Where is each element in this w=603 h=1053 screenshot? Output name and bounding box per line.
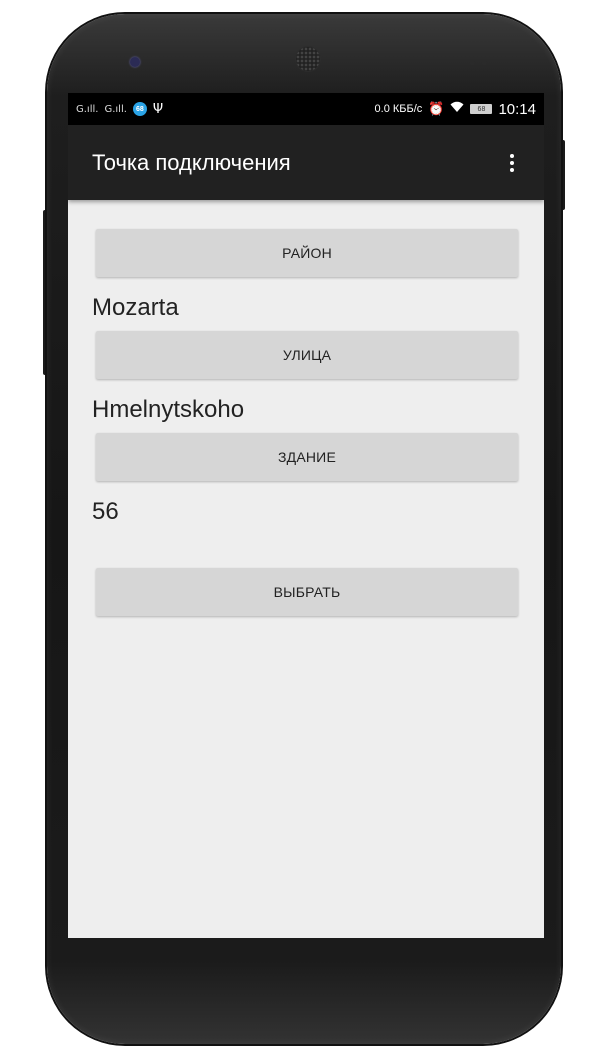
select-button[interactable]: ВЫБРАТЬ bbox=[96, 568, 518, 616]
notification-badge-icon: 68 bbox=[132, 102, 147, 116]
status-bar: G.ıll. G.ıll. 68 Ψ 0.0 КББ/с ⏰ 68 10:14 bbox=[68, 93, 544, 125]
overflow-menu-icon[interactable] bbox=[492, 143, 532, 183]
district-button[interactable]: РАЙОН bbox=[96, 229, 518, 277]
alarm-icon: ⏰ bbox=[428, 101, 445, 117]
building-button[interactable]: ЗДАНИЕ bbox=[96, 433, 518, 481]
street-button[interactable]: УЛИЦА bbox=[96, 331, 518, 379]
district-value: Mozarta bbox=[92, 294, 179, 321]
street-value: Hmelnytskoho bbox=[92, 396, 245, 423]
earpiece-speaker bbox=[296, 47, 320, 71]
proximity-sensor bbox=[470, 60, 475, 65]
signal-icon: G.ıll. bbox=[104, 103, 127, 115]
wifi-icon bbox=[450, 101, 464, 117]
app-bar: Точка подключения bbox=[68, 125, 544, 200]
building-value: 56 bbox=[92, 498, 119, 525]
signal-icon: G.ıll. bbox=[76, 103, 99, 115]
clock: 10:14 bbox=[498, 100, 536, 118]
light-sensor bbox=[482, 60, 487, 65]
page-title: Точка подключения bbox=[92, 149, 291, 175]
phone-screen: G.ıll. G.ıll. 68 Ψ 0.0 КББ/с ⏰ 68 10:14 … bbox=[68, 93, 544, 938]
front-camera bbox=[130, 57, 140, 67]
battery-icon: 68 bbox=[470, 104, 493, 114]
network-speed: 0.0 КББ/с bbox=[374, 103, 423, 115]
usb-icon: Ψ bbox=[152, 101, 164, 117]
